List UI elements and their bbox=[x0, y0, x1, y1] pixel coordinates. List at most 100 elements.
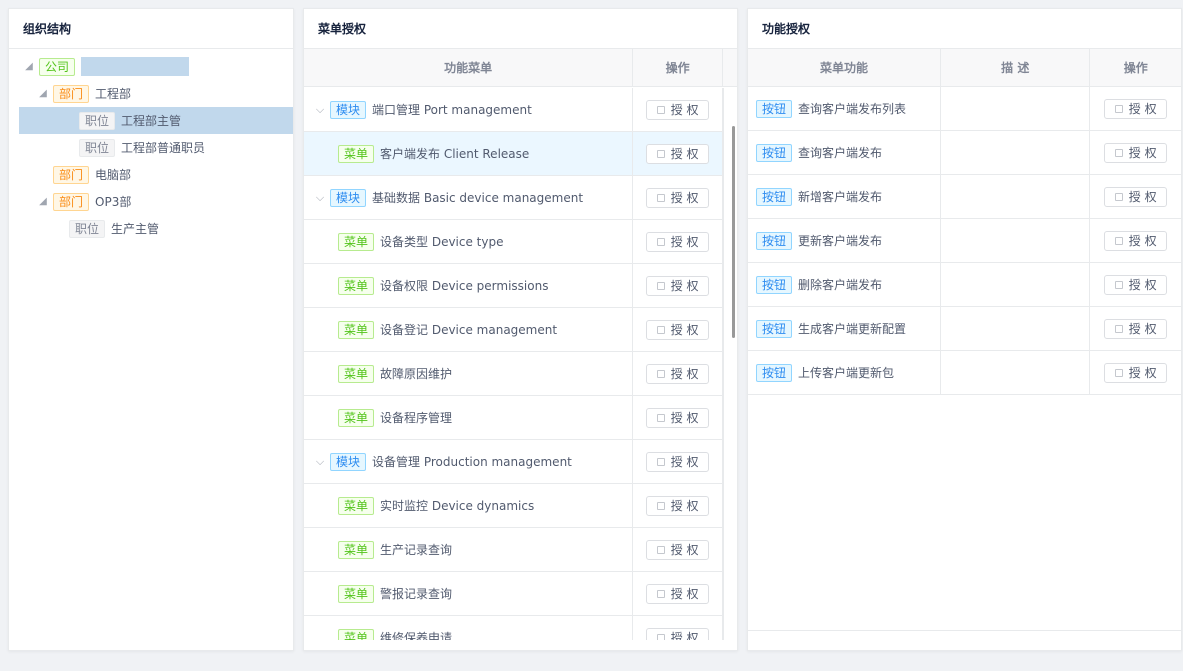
vertical-scrollbar[interactable] bbox=[723, 88, 737, 640]
menu-name: 设备权限 Device permissions bbox=[380, 279, 549, 293]
tree-node-dept[interactable]: 部门 电脑部 bbox=[9, 161, 293, 188]
authorize-button[interactable]: 授 权 bbox=[1104, 98, 1168, 119]
checkbox-icon bbox=[1114, 192, 1123, 201]
column-header: 操作 bbox=[1123, 61, 1148, 75]
menu-row[interactable]: 菜单 警报记录查询授 权 bbox=[304, 572, 723, 616]
authorize-button[interactable]: 授 权 bbox=[1104, 230, 1168, 251]
menu-row[interactable]: 菜单 实时监控 Device dynamics 授 权 bbox=[304, 484, 723, 528]
authorize-button[interactable]: 授 权 bbox=[646, 583, 710, 604]
authorize-button[interactable]: 授 权 bbox=[646, 99, 710, 120]
menu-row[interactable]: 菜单 设备登记 Device management 授 权 bbox=[304, 308, 723, 352]
menu-row[interactable]: 菜单 设备类型 Device type 授 权 bbox=[304, 220, 723, 264]
action-cell: 授 权 bbox=[633, 396, 723, 439]
checkbox-icon bbox=[1114, 148, 1123, 157]
menu-type-tag: 菜单 bbox=[338, 320, 375, 339]
authorize-button[interactable]: 授 权 bbox=[646, 187, 710, 208]
module-row[interactable]: ⌵ 模块 端口管理 Port management 授 权 bbox=[304, 88, 723, 132]
menu-name-cell: 菜单 实时监控 Device dynamics bbox=[304, 484, 634, 527]
authorize-button[interactable]: 授 权 bbox=[646, 231, 710, 252]
menu-name: 设备程序管理 bbox=[380, 411, 453, 425]
menu-name-cell: 菜单 故障原因维护 bbox=[304, 352, 634, 395]
menu-row[interactable]: 菜单 生产记录查询授 权 bbox=[304, 528, 723, 572]
node-label: 电脑部 bbox=[95, 168, 132, 182]
checkbox-icon bbox=[1114, 280, 1123, 289]
menu-type-tag: 菜单 bbox=[338, 364, 375, 383]
tree-node-dept[interactable]: ◢ 部门 OP3部 bbox=[9, 188, 293, 215]
function-type-tag: 按钮 bbox=[756, 275, 793, 294]
description-cell bbox=[941, 219, 1091, 262]
chevron-down-icon[interactable]: ⌵ bbox=[314, 455, 326, 469]
tree-node-dept[interactable]: ◢ 部门 工程部 bbox=[9, 80, 293, 107]
function-row[interactable]: 按钮 删除客户端发布 授 权 bbox=[748, 263, 1181, 307]
menu-row[interactable]: 菜单 故障原因维护授 权 bbox=[304, 352, 723, 396]
chevron-down-icon[interactable]: ⌵ bbox=[314, 191, 326, 205]
action-cell: 授 权 bbox=[633, 176, 723, 219]
authorize-button[interactable]: 授 权 bbox=[646, 539, 710, 560]
table-header: 功能菜单 操作 bbox=[304, 49, 737, 87]
authorize-button[interactable]: 授 权 bbox=[646, 319, 710, 340]
action-cell: 授 权 bbox=[1090, 87, 1181, 130]
menu-name: 警报记录查询 bbox=[380, 587, 453, 601]
menu-name-cell: ⌵ 模块 基础数据 Basic device management bbox=[304, 176, 634, 219]
chevron-down-icon[interactable]: ⌵ bbox=[314, 103, 326, 117]
description-cell bbox=[941, 351, 1091, 394]
expand-arrow-icon[interactable]: ◢ bbox=[23, 61, 35, 72]
authorize-button[interactable]: 授 权 bbox=[646, 407, 710, 428]
menu-name: 设备登记 Device management bbox=[380, 323, 558, 337]
checkbox-icon bbox=[656, 545, 665, 554]
tree-node-position[interactable]: 职位 生产主管 bbox=[9, 215, 293, 242]
menu-name-cell: 菜单 设备类型 Device type bbox=[304, 220, 634, 263]
function-row[interactable]: 按钮 查询客户端发布列表 授 权 bbox=[748, 87, 1181, 131]
checkbox-icon bbox=[1114, 368, 1123, 377]
authorize-button[interactable]: 授 权 bbox=[1104, 362, 1168, 383]
menu-name: 设备类型 Device type bbox=[380, 235, 504, 249]
expand-arrow-icon[interactable]: ◢ bbox=[37, 196, 49, 207]
node-label: OP3部 bbox=[95, 195, 132, 209]
menu-name: 设备管理 Production management bbox=[372, 455, 572, 469]
authorize-button[interactable]: 授 权 bbox=[1104, 186, 1168, 207]
authorize-button[interactable]: 授 权 bbox=[646, 495, 710, 516]
checkbox-icon bbox=[656, 501, 665, 510]
action-cell: 授 权 bbox=[633, 132, 723, 175]
horizontal-scroll-track bbox=[748, 630, 1181, 640]
tree-node-company[interactable]: ◢ 公司 bbox=[9, 53, 293, 80]
module-row[interactable]: ⌵ 模块 设备管理 Production management 授 权 bbox=[304, 440, 723, 484]
menu-row[interactable]: 菜单 客户端发布 Client Release 授 权 bbox=[304, 132, 723, 176]
authorize-button[interactable]: 授 权 bbox=[646, 363, 710, 384]
node-type-tag: 部门 bbox=[53, 84, 90, 103]
checkbox-icon bbox=[656, 193, 665, 202]
menu-name-cell: 菜单 设备登记 Device management bbox=[304, 308, 634, 351]
expand-arrow-icon[interactable]: ◢ bbox=[37, 88, 49, 99]
authorize-button[interactable]: 授 权 bbox=[1104, 274, 1168, 295]
menu-row[interactable]: 菜单 设备权限 Device permissions 授 权 bbox=[304, 264, 723, 308]
function-row[interactable]: 按钮 新增客户端发布 授 权 bbox=[748, 175, 1181, 219]
checkbox-icon bbox=[656, 457, 665, 466]
function-name-cell: 按钮 删除客户端发布 bbox=[748, 263, 942, 306]
function-row[interactable]: 按钮 生成客户端更新配置 授 权 bbox=[748, 307, 1181, 351]
tree-node-position[interactable]: 职位 工程部普通职员 bbox=[19, 134, 293, 161]
description-cell bbox=[941, 263, 1091, 306]
authorize-button[interactable]: 授 权 bbox=[1104, 318, 1168, 339]
function-row[interactable]: 按钮 查询客户端发布 授 权 bbox=[748, 131, 1181, 175]
authorize-button[interactable]: 授 权 bbox=[646, 143, 710, 164]
menu-type-tag: 模块 bbox=[330, 188, 367, 207]
authorize-button[interactable]: 授 权 bbox=[1104, 142, 1168, 163]
module-row[interactable]: ⌵ 模块 基础数据 Basic device management 授 权 bbox=[304, 176, 723, 220]
menu-name: 生产记录查询 bbox=[380, 543, 453, 557]
checkbox-icon bbox=[656, 281, 665, 290]
menu-name: 基础数据 Basic device management bbox=[372, 191, 584, 205]
menu-name-cell: ⌵ 模块 设备管理 Production management bbox=[304, 440, 634, 483]
function-row[interactable]: 按钮 更新客户端发布 授 权 bbox=[748, 219, 1181, 263]
function-row[interactable]: 按钮 上传客户端更新包 授 权 bbox=[748, 351, 1181, 395]
tree-node-position-selected[interactable]: 职位 工程部主管 bbox=[19, 107, 293, 134]
menu-row[interactable]: 菜单 维修保养申请授 权 bbox=[304, 616, 723, 640]
authorize-button[interactable]: 授 权 bbox=[646, 451, 710, 472]
menu-name-cell: 菜单 维修保养申请 bbox=[304, 616, 634, 640]
menu-row[interactable]: 菜单 设备程序管理授 权 bbox=[304, 396, 723, 440]
authorize-button[interactable]: 授 权 bbox=[646, 275, 710, 296]
scrollbar-thumb[interactable] bbox=[732, 126, 735, 338]
action-cell: 授 权 bbox=[633, 484, 723, 527]
authorize-button[interactable]: 授 权 bbox=[646, 627, 710, 640]
menu-name: 客户端发布 Client Release bbox=[380, 147, 530, 161]
checkbox-icon bbox=[1114, 236, 1123, 245]
